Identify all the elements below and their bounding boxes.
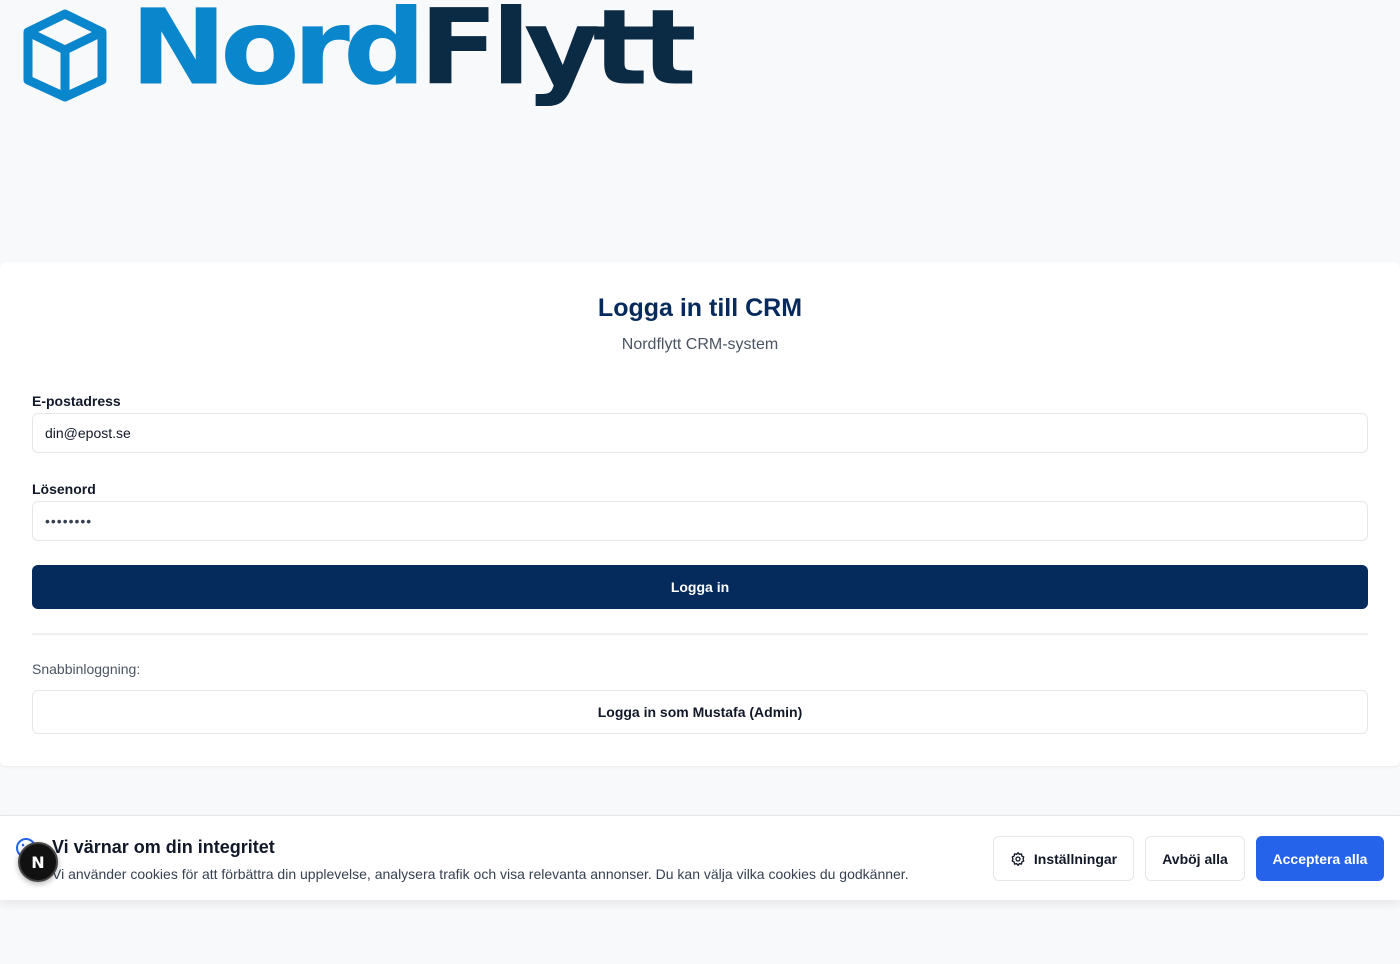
logo-nord-text: Nord [130, 0, 426, 109]
login-card: Logga in till CRM Nordflytt CRM-system E… [0, 262, 1400, 766]
email-label: E-postadress [32, 393, 121, 409]
quick-login-admin-button[interactable]: Logga in som Mustafa (Admin) [32, 690, 1368, 734]
email-field[interactable] [32, 413, 1368, 453]
cookie-reject-button[interactable]: Avböj alla [1145, 836, 1245, 881]
login-title: Logga in till CRM [597, 294, 803, 322]
cookie-settings-label: Inställningar [1033, 850, 1118, 867]
logo-wordmark: NordFlytt [130, 0, 697, 100]
login-button[interactable]: Logga in [32, 565, 1368, 609]
nextjs-badge-letter: N [31, 852, 45, 872]
cookie-accept-button[interactable]: Acceptera alla [1256, 836, 1384, 881]
cookie-banner: Vi värnar om din integritet Vi använder … [0, 815, 1400, 900]
nordflytt-logo: NordFlytt [22, 0, 697, 110]
box-icon [23, 9, 107, 102]
gear-icon [1011, 851, 1025, 866]
password-field[interactable] [32, 501, 1368, 541]
cookie-settings-button[interactable]: Inställningar [993, 836, 1134, 881]
nextjs-icon[interactable]: N [18, 842, 58, 882]
cookie-description: Vi använder cookies för att förbättra di… [52, 866, 909, 882]
login-subtitle: Nordflytt CRM-system [621, 336, 779, 353]
quick-login-label: Snabbinloggning: [32, 661, 141, 677]
logo-flytt-text: Flytt [419, 0, 697, 109]
password-label: Lösenord [32, 481, 96, 497]
divider [32, 633, 1368, 635]
cookie-title: Vi värnar om din integritet [52, 837, 275, 857]
